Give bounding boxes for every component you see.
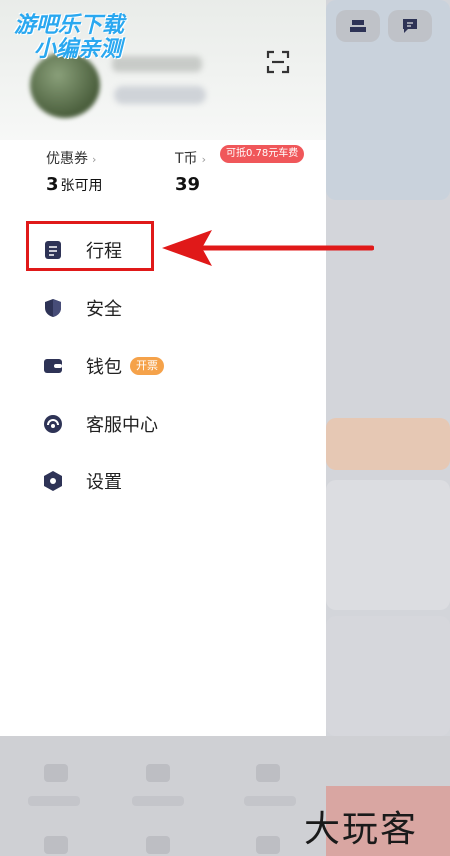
coupon-link[interactable]: 优惠券 › (46, 148, 96, 168)
gear-icon (44, 471, 62, 491)
nav-label (244, 796, 296, 806)
nav-icon[interactable] (146, 764, 170, 782)
user-name-blurred (112, 56, 202, 72)
service-card (326, 480, 450, 610)
chevron-right-icon: › (92, 153, 97, 166)
nav-icon[interactable] (44, 836, 68, 854)
highlight-box (26, 221, 154, 271)
message-button[interactable] (388, 10, 432, 42)
message-icon (403, 19, 417, 33)
ticket-button[interactable] (336, 10, 380, 42)
chevron-right-icon: › (201, 153, 206, 166)
coupon-suffix: 张可用 (60, 178, 103, 194)
activity-card (326, 616, 450, 736)
shield-icon (45, 299, 61, 317)
tcoin-link[interactable]: T币 › (175, 148, 206, 168)
coupon-count: 3 张可用 (46, 174, 103, 195)
tcoin-count: 39 (175, 174, 201, 195)
corner-watermark: 大玩客 (304, 809, 419, 850)
menu-label-safety: 安全 (86, 299, 122, 320)
menu-item-customer-service[interactable]: 客服中心 (42, 408, 158, 440)
user-id-blurred (114, 86, 206, 104)
nav-icon[interactable] (256, 836, 280, 854)
menu-label-wallet: 钱包 (86, 357, 122, 378)
nav-icon[interactable] (146, 836, 170, 854)
nav-icon[interactable] (44, 764, 68, 782)
wallet-icon (44, 359, 62, 373)
annotation-arrow (162, 230, 374, 266)
menu-item-safety[interactable]: 安全 (42, 292, 122, 324)
watermark-line1: 游吧乐下载 (14, 13, 125, 38)
tcoin-label: T币 (175, 151, 198, 167)
tcoin-badge: 可抵0.78元车费 (220, 145, 305, 163)
nav-label (28, 796, 80, 806)
menu-item-wallet[interactable]: 钱包 开票 (42, 350, 164, 382)
nav-label (132, 796, 184, 806)
menu-item-settings[interactable]: 设置 (42, 465, 122, 497)
nav-icon[interactable] (256, 764, 280, 782)
watermark-line2: 小编亲测 (34, 37, 123, 62)
menu-label-customer-service: 客服中心 (86, 415, 158, 436)
coupon-label: 优惠券 (46, 151, 88, 167)
ticket-icon (350, 20, 366, 32)
side-drawer: 游吧乐下载 小编亲测 优惠券 › 3 张可用 T币 › 可抵0.78元车费 39 行程… (0, 0, 326, 736)
invoice-badge: 开票 (130, 357, 164, 375)
scan-icon[interactable] (266, 50, 290, 74)
promo-banner (326, 418, 450, 470)
site-watermark: 游吧乐下载 小编亲测 (14, 14, 124, 62)
headset-icon (44, 415, 62, 433)
menu-label-settings: 设置 (86, 472, 122, 493)
coupon-number: 3 (46, 174, 59, 195)
